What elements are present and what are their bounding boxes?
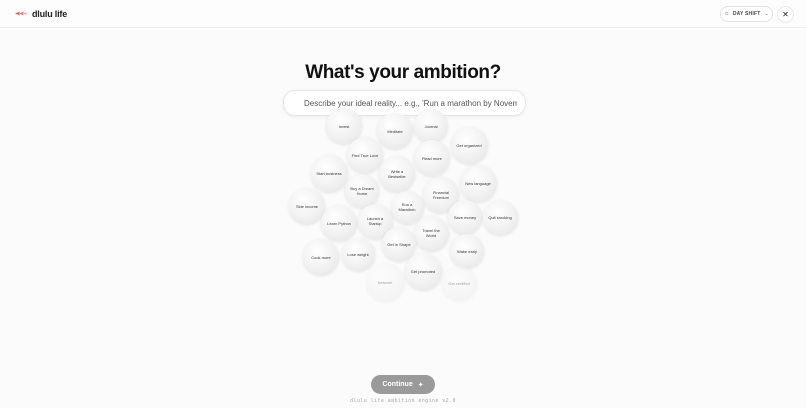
ambition-bubble[interactable]: Get certified (441, 265, 477, 301)
ambition-bubble-label: Get organized (456, 142, 482, 148)
ambition-bubble[interactable]: Cook more (303, 239, 339, 275)
ambition-bubble-label: Network (377, 279, 393, 285)
ambition-bubble[interactable]: Meditate (377, 113, 413, 149)
ambition-bubble[interactable]: Read more (414, 140, 450, 176)
footer-version: dlulu life ambition engine v2.0 (350, 398, 456, 404)
ambition-bubble-label: Journal (424, 123, 438, 129)
ambition-bubble[interactable]: Side income (289, 188, 325, 224)
ambition-bubble[interactable]: Journal (414, 109, 448, 143)
ambition-bubble[interactable]: Wake early (450, 234, 484, 268)
ambition-bubble[interactable]: Save money (448, 200, 482, 234)
ambition-bubble[interactable]: Start business (310, 154, 348, 192)
ambition-bubble-label: Travel the World (422, 228, 440, 238)
continue-button[interactable]: Continue ✦ (371, 375, 435, 394)
ambition-bubble-label: Lose weight (347, 251, 369, 257)
ambition-bubble-label: Quit smoking (488, 214, 512, 220)
continue-label: Continue (382, 381, 413, 388)
ambition-bubble[interactable]: Run a Marathon (390, 190, 424, 224)
ambition-bubble[interactable]: New language (459, 164, 497, 202)
ambition-bubble[interactable]: Buy a Dream Home (345, 174, 379, 208)
ambition-bubble-label: Financial Freedom (432, 190, 449, 200)
ambition-bubble-label: Side income (295, 203, 318, 209)
ambition-bubble-label: Write a Bestseller (388, 169, 406, 179)
ambition-bubble[interactable]: Learn Python (321, 205, 357, 241)
ambition-bubble-label: Run a Marathon (398, 202, 416, 212)
ambition-bubble-label: Get in Shape (387, 241, 411, 247)
ambition-bubble[interactable]: Get promoted (404, 252, 442, 290)
sparkle-icon: ✦ (417, 381, 424, 389)
ambition-bubble[interactable]: Get organized (450, 126, 488, 164)
ambition-bubble-label: Save money (453, 214, 477, 220)
ambition-bubble[interactable]: Get in Shape (382, 227, 416, 261)
ambition-bubble-label: Launch a Startup (366, 216, 384, 226)
ambition-bubble-label: Find True Love (351, 152, 379, 158)
ambition-bubble-label: Cook more (311, 254, 331, 260)
ambition-bubble[interactable]: Write a Bestseller (379, 156, 415, 192)
ambition-bubble[interactable]: Quit smoking (482, 199, 518, 235)
ambition-bubble[interactable]: Find True Love (347, 137, 383, 173)
ambition-bubble[interactable]: Travel the World (413, 215, 449, 251)
ambition-bubble-label: Buy a Dream Home (350, 186, 374, 196)
ambition-bubble-label: Get promoted (410, 268, 436, 274)
ambition-bubble-label: New language (465, 180, 491, 186)
ambition-bubble-label: Meditate (387, 128, 403, 134)
ambition-bubble-label: Wake early (457, 248, 477, 254)
ambition-bubble-label: Read more (422, 155, 442, 161)
ambition-bubble-label: Start business (316, 170, 342, 176)
ambition-bubble-cloud: Invest Meditate Journal Get organized Find T… (0, 0, 806, 408)
ambition-bubble-label: Get certified (448, 280, 470, 286)
ambition-bubble-label: Invest (338, 123, 350, 129)
ambition-bubble-label: Learn Python (327, 220, 351, 226)
ambition-bubble[interactable]: Lose weight (341, 237, 375, 271)
ambition-bubble[interactable]: Network (365, 262, 405, 302)
